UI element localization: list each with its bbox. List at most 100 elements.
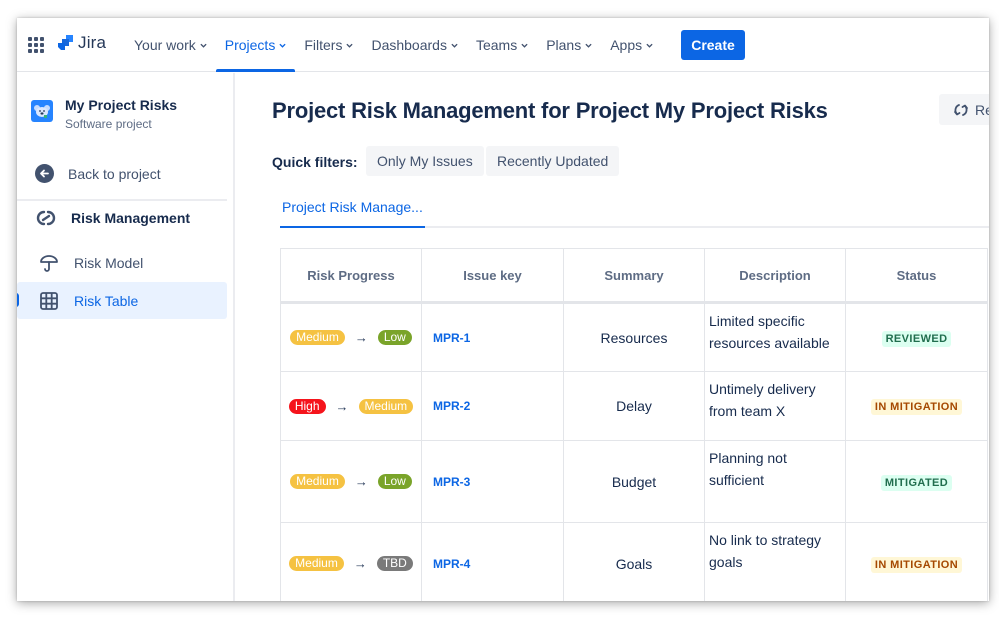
chevron-down-icon	[646, 43, 653, 48]
selected-indicator	[17, 293, 19, 307]
issue-key-link[interactable]: MPR-3	[421, 440, 564, 523]
sidebar: My Project Risks Software project Back t…	[17, 73, 235, 601]
nav-dashboards[interactable]: Dashboards	[362, 18, 467, 72]
nav-filters[interactable]: Filters	[295, 18, 362, 72]
project-name: My Project Risks	[65, 97, 178, 113]
nav-apps[interactable]: Apps	[601, 18, 662, 72]
project-type: Software project	[65, 117, 152, 131]
arrow-right-icon: →	[335, 398, 349, 414]
sidebar-item-risk-model[interactable]: Risk Model	[17, 244, 227, 281]
status-cell: REVIEWED	[845, 302, 988, 372]
back-to-project-link[interactable]: Back to project	[35, 164, 161, 183]
create-button[interactable]: Create	[681, 30, 745, 60]
nav-label: Your work	[134, 37, 196, 53]
chevron-down-icon	[200, 43, 207, 48]
status-cell: MITIGATED	[845, 440, 988, 523]
jira-logo[interactable]: Jira	[56, 33, 106, 53]
table-row[interactable]: Medium → Low MPR-3 Budget Planning not s…	[280, 440, 988, 523]
summary-cell: Resources	[563, 302, 705, 372]
nav-label: Filters	[304, 37, 343, 53]
arrow-right-icon: →	[353, 556, 367, 571]
nav-menu: Your work Projects Filters Dashboards Te…	[125, 18, 662, 72]
nav-your-work[interactable]: Your work	[125, 18, 216, 72]
nav-label: Plans	[546, 37, 582, 53]
filter-recently-updated[interactable]: Recently Updated	[486, 146, 620, 176]
status-cell: IN MITIGATION	[845, 522, 988, 601]
grid-table-icon	[40, 291, 58, 310]
tab-label: Project Risk Manage...	[282, 199, 423, 215]
risk-level-to-badge: Low	[377, 330, 412, 345]
risk-level-from-badge: Medium	[290, 330, 345, 345]
risk-level-from-badge: High	[288, 398, 326, 414]
column-header-description[interactable]: Description	[704, 248, 846, 304]
risk-progress-cell: Medium → TBD	[280, 522, 422, 601]
nav-label: Apps	[610, 37, 643, 53]
column-header-risk-progress[interactable]: Risk Progress	[280, 248, 422, 304]
refresh-icon	[954, 103, 968, 116]
sidebar-item-label: Risk Table	[74, 292, 139, 309]
summary-cell: Budget	[563, 440, 705, 523]
column-header-issue-key[interactable]: Issue key	[421, 248, 564, 304]
table-row[interactable]: High → Medium MPR-2 Delay Untimely deliv…	[280, 371, 988, 441]
tab-project-risk-management[interactable]: Project Risk Manage...	[280, 190, 425, 228]
risk-progress-cell: Medium → Low	[280, 440, 422, 523]
top-navigation: Jira Your work Projects Filters Dashboar…	[17, 18, 989, 72]
status-lozenge: REVIEWED	[881, 330, 952, 347]
risk-level-to-badge: Low	[377, 474, 412, 489]
chevron-down-icon	[521, 43, 528, 48]
quick-filters-label: Quick filters:	[272, 154, 358, 170]
summary-cell: Delay	[563, 371, 705, 441]
risk-level-from-badge: Medium	[289, 556, 344, 571]
status-cell: IN MITIGATION	[845, 371, 988, 441]
umbrella-icon	[40, 254, 58, 272]
summary-cell: Goals	[563, 522, 705, 601]
sidebar-item-label: Risk Model	[74, 254, 144, 271]
description-cell: Planning not sufficient	[704, 440, 846, 523]
status-lozenge: IN MITIGATION	[870, 399, 963, 415]
sidebar-item-risk-table[interactable]: Risk Table	[17, 282, 227, 319]
risk-level-to-badge: Medium	[358, 398, 414, 414]
jira-logo-icon	[58, 35, 73, 50]
status-lozenge: IN MITIGATION	[870, 556, 963, 573]
section-label: Risk Management	[71, 210, 191, 226]
chevron-down-icon	[451, 43, 458, 48]
issue-key-link[interactable]: MPR-4	[421, 522, 564, 601]
nav-projects[interactable]: Projects	[215, 18, 296, 72]
main-content: Project Risk Management for Project My P…	[237, 73, 989, 601]
table-row[interactable]: Medium → TBD MPR-4 Goals No link to stra…	[280, 522, 988, 601]
chevron-down-icon	[585, 43, 592, 48]
arrow-right-icon: →	[354, 474, 368, 489]
column-header-summary[interactable]: Summary	[563, 248, 705, 304]
risk-progress-cell: High → Medium	[280, 371, 422, 441]
nav-label: Projects	[224, 37, 276, 53]
risk-level-to-badge: TBD	[376, 556, 413, 571]
nav-label: Dashboards	[371, 37, 447, 53]
app-switcher-icon[interactable]	[28, 37, 44, 53]
app-name: Jira	[78, 33, 107, 52]
link-rings-icon	[36, 210, 56, 226]
issue-key-link[interactable]: MPR-2	[421, 371, 564, 441]
refresh-label: Re	[975, 101, 989, 118]
nav-plans[interactable]: Plans	[537, 18, 601, 72]
back-label: Back to project	[68, 165, 161, 182]
table-header-row: Risk Progress Issue key Summary Descript…	[280, 248, 988, 304]
description-cell: Limited specific resources available	[704, 302, 846, 372]
project-avatar	[31, 100, 53, 122]
page-title: Project Risk Management for Project My P…	[272, 98, 828, 123]
section-risk-management: Risk Management	[35, 209, 190, 227]
sidebar-divider	[17, 199, 227, 201]
risk-progress-cell: Medium → Low	[280, 302, 422, 372]
issue-key-link[interactable]: MPR-1	[421, 302, 564, 372]
refresh-button[interactable]: Re	[939, 94, 989, 125]
filter-only-my-issues[interactable]: Only My Issues	[366, 146, 484, 176]
column-header-status[interactable]: Status	[845, 248, 988, 304]
risk-level-from-badge: Medium	[290, 474, 345, 489]
description-cell: No link to strategy goals	[704, 522, 846, 601]
chevron-down-icon	[346, 43, 354, 48]
nav-teams[interactable]: Teams	[467, 18, 537, 72]
status-lozenge: MITIGATED	[880, 474, 953, 491]
arrow-right-icon: →	[354, 330, 368, 345]
table-row[interactable]: Medium → Low MPR-1 Resources Limited spe…	[280, 302, 988, 372]
arrow-left-icon	[35, 164, 54, 183]
project-header: My Project Risks Software project	[31, 97, 177, 131]
